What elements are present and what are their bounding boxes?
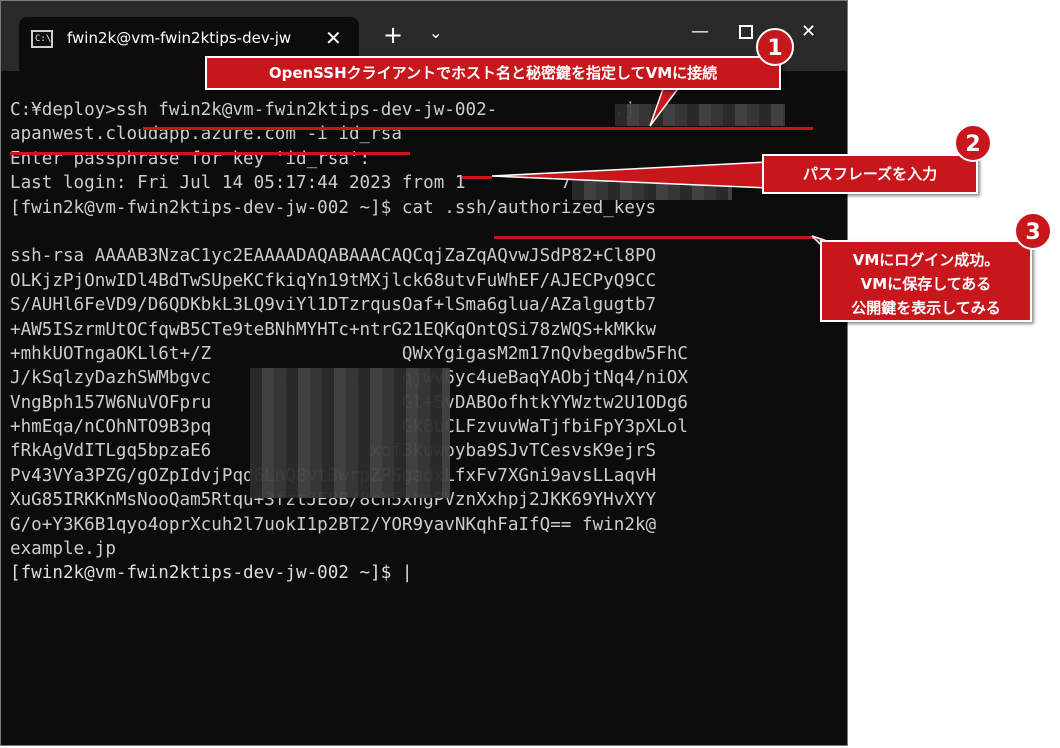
annotation-text: VMにログイン成功。 [852,251,1000,269]
annotation-badge-1: 1 [756,28,794,66]
annotation-callout-1: OpenSSHクライアントでホスト名と秘密鍵を指定してVMに接続 [205,56,781,90]
annotation-callout-3: VMにログイン成功。 VMに保存してある 公開鍵を表示してみる [820,240,1032,322]
annotation-badge-2: 2 [954,124,992,162]
annotation-text: 公開鍵を表示してみる [851,299,1001,317]
annotation-text: OpenSSHクライアントでホスト名と秘密鍵を指定してVMに接続 [268,64,718,82]
annotation-badge-3: 3 [1014,212,1052,250]
annotation-text: パスフレーズを入力 [802,165,938,183]
annotation-text: VMに保存してある [860,275,992,293]
callout-arrows [491,85,843,247]
annotation-callout-2: パスフレーズを入力 [762,154,978,194]
